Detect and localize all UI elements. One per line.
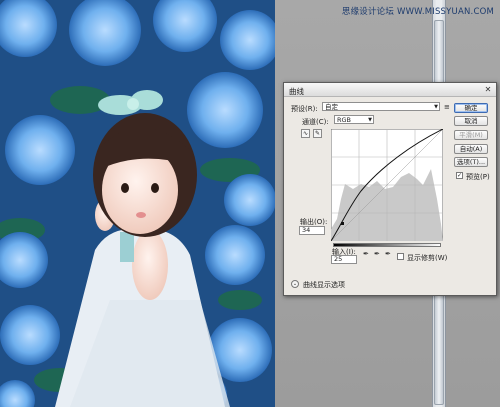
preset-menu-icon[interactable]: ≡ [444,103,450,111]
show-clipping-label: 显示修剪(W) [407,254,448,262]
gray-eyedropper-icon[interactable]: ✒ [374,250,380,258]
cancel-button[interactable]: 取消 [454,116,488,126]
options-button[interactable]: 选项(T)... [454,157,488,167]
ok-button[interactable]: 确定 [454,103,488,113]
photo-illustration [0,0,275,407]
output-field[interactable]: 34 [299,226,325,235]
channel-label: 通道(C): [302,118,329,126]
expand-options-icon[interactable]: ⌄ [291,280,299,288]
channel-select[interactable]: RGB ▼ [334,115,374,124]
dialog-titlebar[interactable]: 曲线 ✕ [284,83,496,97]
input-field[interactable]: 25 [331,255,357,264]
pencil-icon[interactable]: ✎ [313,129,322,138]
curve-options-label[interactable]: 曲线显示选项 [303,280,345,290]
photo-canvas[interactable] [0,0,275,407]
white-eyedropper-icon[interactable]: ✒ [385,250,391,258]
preset-value: 自定 [325,103,338,111]
preset-select[interactable]: 自定 ▼ [322,102,440,111]
curve-point-tool-icon[interactable]: ∿ [301,129,310,138]
curve-control-point[interactable] [341,222,344,225]
curves-graph[interactable] [331,129,443,241]
black-eyedropper-icon[interactable]: ✒ [363,250,369,258]
show-clipping-checkbox[interactable] [397,253,404,260]
curves-dialog[interactable]: 曲线 ✕ 预设(R): 自定 ▼ ≡ 通道(C): RGB ▼ ∿ ✎ 输出(O… [283,82,497,296]
chevron-down-icon: ▼ [434,104,438,110]
watermark: 思缘设计论坛 WWW.MISSYUAN.COM [341,7,494,17]
preview-label: 预览(P) [466,173,490,181]
close-icon[interactable]: ✕ [483,85,493,94]
preset-label: 预设(R): [291,105,318,113]
dialog-title: 曲线 [289,87,304,96]
smooth-button[interactable]: 平滑(M) [454,130,488,140]
preview-checkbox[interactable]: ✓ [456,172,463,179]
auto-button[interactable]: 自动(A) [454,144,488,154]
channel-value: RGB [337,116,352,124]
chevron-down-icon: ▼ [368,117,372,123]
